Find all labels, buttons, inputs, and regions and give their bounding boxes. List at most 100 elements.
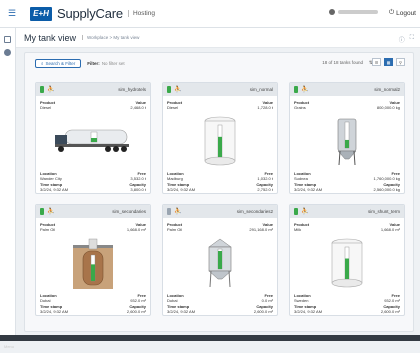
tank-card[interactable]: ⛹ sim_shunt_term Product Value Milk 1,66… — [289, 204, 405, 316]
menu-icon[interactable]: ☰ — [4, 8, 20, 19]
status-indicator — [294, 208, 298, 215]
capacity-value: 2,752.0 t — [257, 187, 273, 192]
company-logo: E+H — [30, 6, 52, 21]
map-view-button[interactable]: ⚲ — [396, 58, 405, 66]
timestamp-capacity-row: 3/2/24, 9:32 AM 2,600.0 m³ — [167, 309, 273, 314]
page-header: My tank view Workplace > My tank view ⓘ … — [16, 28, 420, 48]
tank-card[interactable]: ⛹ sim_normal Product Value Diesel 1,728.… — [162, 82, 278, 194]
app-subtitle: Hosting — [127, 10, 155, 17]
tank-value: 1,668.0 m³ — [126, 227, 146, 232]
status-indicator — [294, 86, 298, 93]
list-view-button[interactable]: ☰ — [372, 58, 381, 66]
people-icon: ⛹ — [174, 209, 182, 215]
cylinder-tank-icon — [204, 116, 236, 166]
people-icon: ⛹ — [301, 209, 309, 215]
tank-value: 2,468.0 t — [130, 105, 146, 110]
tank-card[interactable]: ⛹ sim_normal2 Product Value Grains 800,0… — [289, 82, 405, 194]
location-value: Sudnea — [294, 176, 308, 181]
free-value: 932.0 m³ — [384, 298, 400, 303]
status-indicator — [167, 86, 171, 93]
tank-value: 291,168.0 m³ — [249, 227, 273, 232]
tank-card-header: ⛹ sim_shunt_term — [290, 205, 404, 218]
logout-button[interactable]: ⏻ Logout — [389, 9, 416, 17]
tank-card[interactable]: ⛹ sim_secondaries Product Value Palm Oil… — [35, 204, 151, 316]
location-value: Dubai — [167, 298, 178, 303]
status-indicator — [167, 208, 171, 215]
tank-value: 1,728.0 t — [257, 105, 273, 110]
status-indicator — [40, 208, 44, 215]
product-value: Milk — [294, 227, 302, 232]
product-value-row: Grains 800,000.0 kg — [294, 105, 400, 110]
top-bar: ☰ E+H SupplyCare Hosting ⏻ Logout — [0, 0, 420, 28]
footer-text: Menu — [4, 344, 15, 349]
status-indicator — [40, 86, 44, 93]
tank-value: 800,000.0 kg — [376, 105, 400, 110]
user-menu[interactable] — [329, 9, 378, 15]
tanks-found-count: 18 of 18 tanks found — [322, 60, 363, 65]
free-value: 1,032.0 t — [257, 176, 273, 181]
location-free-row: Sweden 932.0 m³ — [294, 298, 400, 303]
cylinder-tank-icon — [331, 238, 363, 288]
breadcrumb[interactable]: Workplace > My tank view — [82, 35, 139, 40]
tank-card[interactable]: ⛹ sim_hydrotels Product Value Diesel 2,4… — [35, 82, 151, 194]
location-value: Sweden — [294, 298, 309, 303]
tank-name: sim_shunt_term — [367, 209, 400, 214]
fullscreen-icon[interactable]: ⛶ — [410, 35, 414, 44]
product-value-row: Diesel 1,728.0 t — [167, 105, 273, 110]
capacity-value: 2,600.0 m³ — [253, 309, 273, 314]
settings-icon[interactable] — [4, 49, 11, 56]
location-value: Wander City — [40, 176, 62, 181]
search-filter-button[interactable]: ⌕ Search & Filter — [35, 58, 82, 68]
people-icon: ⛹ — [301, 87, 309, 93]
product-value-row: Diesel 2,468.0 t — [40, 105, 146, 110]
tank-image — [163, 237, 277, 289]
trailer-tank-icon — [55, 129, 129, 152]
grid-view-button[interactable]: ▦ — [384, 58, 393, 66]
timestamp-value: 3/2/24, 9:32 AM — [40, 309, 69, 314]
location-free-row: Dubai 0.0 m³ — [167, 298, 273, 303]
timestamp-value: 3/2/24, 9:32 AM — [294, 187, 323, 192]
timestamp-value: 3/2/24, 9:32 AM — [294, 309, 323, 314]
tank-image — [290, 237, 404, 289]
page-title: My tank view — [24, 32, 77, 43]
info-icon[interactable]: ⓘ — [399, 35, 405, 44]
tank-card[interactable]: ⛹ sim_secondaries2 Product Value Palm Oi… — [162, 204, 278, 316]
location-value: Madburg — [167, 176, 183, 181]
free-value: 1,760,000.0 kg — [373, 176, 400, 181]
tank-image — [36, 115, 150, 167]
tank-name: sim_hydrotels — [118, 87, 146, 92]
timestamp-capacity-row: 3/2/24, 9:32 AM 2,600.0 m³ — [40, 309, 146, 314]
tank-name: sim_normal — [249, 87, 273, 92]
tank-card-header: ⛹ sim_secondaries2 — [163, 205, 277, 218]
timestamp-capacity-row: 3/2/24, 9:32 AM 2,560,000.0 kg — [294, 187, 400, 192]
filter-label: Filter: — [87, 60, 100, 66]
tank-card-header: ⛹ sim_hydrotels — [36, 83, 150, 96]
hopper-tank-icon — [208, 238, 232, 288]
user-name-redacted — [338, 10, 378, 14]
free-value: 3,532.0 t — [130, 176, 146, 181]
tank-card-header: ⛹ sim_normal2 — [290, 83, 404, 96]
product-value-row: Milk 1,668.0 m³ — [294, 227, 400, 232]
tank-card-header: ⛹ sim_secondaries — [36, 205, 150, 218]
capacity-value: 2,560,000.0 kg — [373, 187, 400, 192]
timestamp-capacity-row: 3/2/24, 9:32 AM 2,600.0 m³ — [294, 309, 400, 314]
user-icon — [329, 9, 335, 15]
location-value: Dubai — [40, 298, 51, 303]
location-free-row: Sudnea 1,760,000.0 kg — [294, 176, 400, 181]
timestamp-value: 3/2/24, 9:32 AM — [167, 187, 196, 192]
free-value: 932.0 m³ — [130, 298, 146, 303]
tank-name: sim_secondaries — [112, 209, 146, 214]
dashboard-icon[interactable] — [4, 36, 11, 43]
tank-card-header: ⛹ sim_normal — [163, 83, 277, 96]
tank-image — [290, 115, 404, 167]
capacity-value: 2,600.0 m³ — [126, 309, 146, 314]
tank-image — [163, 115, 277, 167]
location-free-row: Wander City 3,532.0 t — [40, 176, 146, 181]
product-value: Grains — [294, 105, 306, 110]
filter-value: No filter set — [101, 60, 125, 66]
silo-tank-icon — [337, 118, 357, 166]
product-value: Diesel — [167, 105, 179, 110]
sidebar — [0, 28, 16, 341]
power-icon: ⏻ — [388, 9, 395, 16]
people-icon: ⛹ — [47, 209, 55, 215]
